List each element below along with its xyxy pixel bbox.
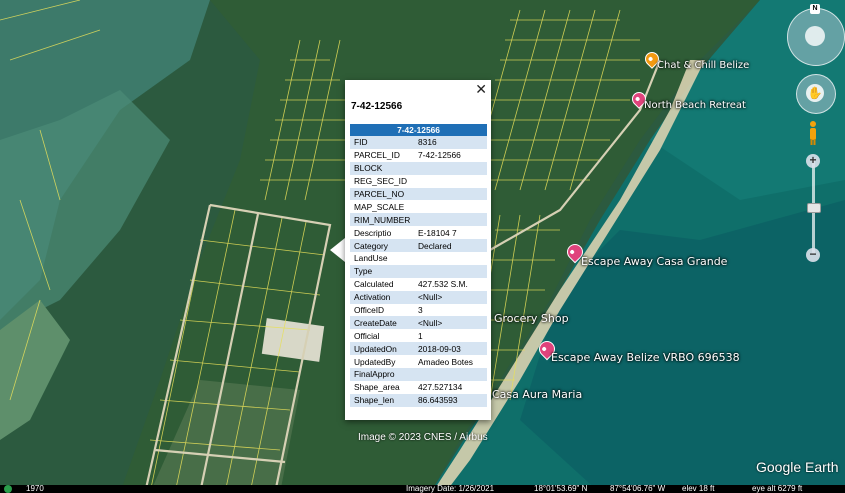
attribute-field-name: PARCEL_NO bbox=[350, 187, 414, 201]
attribute-row: Type bbox=[350, 264, 487, 278]
attribute-row: CreateDate <Null> bbox=[350, 316, 487, 330]
attribute-field-value: Amadeo Botes bbox=[414, 355, 487, 369]
attribute-field-name: RIM_NUMBER bbox=[350, 213, 414, 227]
attribute-field-value bbox=[414, 187, 487, 201]
attribute-row: UpdatedBy Amadeo Botes bbox=[350, 355, 487, 369]
latitude-readout: 18°01'53.69" N bbox=[534, 485, 588, 493]
attribute-row: LandUse bbox=[350, 252, 487, 265]
eye-icon[interactable] bbox=[805, 26, 825, 46]
attribute-row: Descriptio E-18104 7 bbox=[350, 226, 487, 240]
attribute-field-name: LandUse bbox=[350, 252, 414, 265]
attribute-field-value: 427.527134 bbox=[414, 380, 487, 394]
attribute-field-value: E-18104 7 bbox=[414, 226, 487, 240]
attribute-field-value: 8316 bbox=[414, 136, 487, 149]
attribute-field-name: Category bbox=[350, 239, 414, 253]
attribute-field-value: 86.643593 bbox=[414, 393, 487, 407]
attribute-field-value: <Null> bbox=[414, 316, 487, 330]
casa-aura-label[interactable]: Casa Aura Maria bbox=[492, 388, 582, 401]
attribute-field-name: UpdatedBy bbox=[350, 355, 414, 369]
elevation-readout: elev 18 ft bbox=[682, 485, 715, 493]
attribute-field-name: Shape_area bbox=[350, 380, 414, 394]
attribute-row: PARCEL_ID 7-42-12566 bbox=[350, 148, 487, 162]
attribute-row: FinalAppro bbox=[350, 368, 487, 381]
attribute-field-name: CreateDate bbox=[350, 316, 414, 330]
attribute-field-name: Official bbox=[350, 329, 414, 343]
attribute-field-value: 2018-09-03 bbox=[414, 342, 487, 356]
attribute-field-name: Activation bbox=[350, 290, 414, 304]
attribute-field-name: UpdatedOn bbox=[350, 342, 414, 356]
imagery-attribution: Image © 2023 CNES / Airbus bbox=[358, 432, 488, 443]
popup-pointer bbox=[330, 238, 345, 262]
vrbo-label[interactable]: Escape Away Belize VRBO 696538 bbox=[551, 351, 740, 364]
grocery-label[interactable]: Grocery Shop bbox=[494, 312, 569, 325]
attribute-field-name: OfficeID bbox=[350, 303, 414, 317]
attribute-field-value bbox=[414, 161, 487, 175]
attribute-field-name: Type bbox=[350, 264, 414, 278]
attribute-field-value bbox=[414, 368, 487, 381]
attribute-row: Category Declared bbox=[350, 239, 487, 253]
attribute-field-name: Descriptio bbox=[350, 226, 414, 240]
eye-altitude-readout: eye alt 6279 ft bbox=[752, 485, 803, 493]
hand-icon[interactable]: ✋ bbox=[806, 84, 824, 102]
attribute-field-name: Shape_len bbox=[350, 393, 414, 407]
attribute-table: 7-42-12566 FID 8316 PARCEL_ID 7-42-12566 BLO… bbox=[350, 124, 487, 407]
attribute-field-name: PARCEL_ID bbox=[350, 148, 414, 162]
attribute-field-value: Declared bbox=[414, 239, 487, 253]
zoom-slider-handle[interactable] bbox=[807, 203, 821, 213]
imagery-date: Imagery Date: 1/26/2021 bbox=[406, 485, 495, 493]
north-indicator[interactable]: N bbox=[810, 4, 820, 14]
attribute-row: RIM_NUMBER bbox=[350, 213, 487, 227]
attribute-row: MAP_SCALE bbox=[350, 200, 487, 214]
google-earth-logo: Google Earth bbox=[756, 459, 839, 475]
attribute-field-value: <Null> bbox=[414, 290, 487, 304]
attribute-row: Activation <Null> bbox=[350, 290, 487, 304]
attribute-field-value: 3 bbox=[414, 303, 487, 317]
attribute-field-value bbox=[414, 213, 487, 227]
parcel-info-popup: 7-42-12566 ✕ 7-42-12566 FID 8316 PARCEL_ID… bbox=[345, 80, 491, 420]
historical-imagery-clock-icon[interactable] bbox=[4, 485, 12, 493]
attribute-field-value bbox=[414, 252, 487, 265]
attribute-row: REG_SEC_ID bbox=[350, 174, 487, 188]
attribute-row: Shape_len 86.643593 bbox=[350, 393, 487, 407]
attribute-table-header: 7-42-12566 bbox=[350, 124, 487, 136]
attribute-field-value bbox=[414, 174, 487, 188]
attribute-row: Official 1 bbox=[350, 329, 487, 343]
attribute-field-name: FID bbox=[350, 136, 414, 149]
attribute-field-name: Calculated bbox=[350, 277, 414, 291]
attribute-row: OfficeID 3 bbox=[350, 303, 487, 317]
attribute-row: Shape_area 427.527134 bbox=[350, 380, 487, 394]
close-icon[interactable]: ✕ bbox=[475, 81, 487, 98]
attribute-field-name: FinalAppro bbox=[350, 368, 414, 381]
popup-title: 7-42-12566 bbox=[351, 101, 403, 112]
longitude-readout: 87°54'06.76" W bbox=[610, 485, 666, 493]
attribute-row: BLOCK bbox=[350, 161, 487, 175]
attribute-row: UpdatedOn 2018-09-03 bbox=[350, 342, 487, 356]
attribute-row: FID 8316 bbox=[350, 136, 487, 149]
attribute-field-value bbox=[414, 264, 487, 278]
attribute-row: Calculated 427.532 S.M. bbox=[350, 277, 487, 291]
attribute-row: PARCEL_NO bbox=[350, 187, 487, 201]
status-bar: 1970 Imagery Date: 1/26/2021 18°01'53.69… bbox=[0, 485, 845, 493]
attribute-field-value: 7-42-12566 bbox=[414, 148, 487, 162]
attribute-field-value: 427.532 S.M. bbox=[414, 277, 487, 291]
attribute-field-name: REG_SEC_ID bbox=[350, 174, 414, 188]
chat-chill-label[interactable]: Chat & Chill Belize bbox=[657, 60, 749, 71]
attribute-field-name: BLOCK bbox=[350, 161, 414, 175]
historical-imagery-year[interactable]: 1970 bbox=[26, 485, 44, 493]
casa-grande-label[interactable]: Escape Away Casa Grande bbox=[581, 255, 727, 268]
attribute-field-name: MAP_SCALE bbox=[350, 200, 414, 214]
zoom-out-button[interactable]: − bbox=[806, 248, 820, 262]
zoom-in-button[interactable]: + bbox=[806, 154, 820, 168]
attribute-field-value bbox=[414, 200, 487, 214]
attribute-field-value: 1 bbox=[414, 329, 487, 343]
north-beach-label[interactable]: North Beach Retreat bbox=[644, 100, 746, 111]
street-view-pegman-icon[interactable] bbox=[808, 120, 818, 146]
